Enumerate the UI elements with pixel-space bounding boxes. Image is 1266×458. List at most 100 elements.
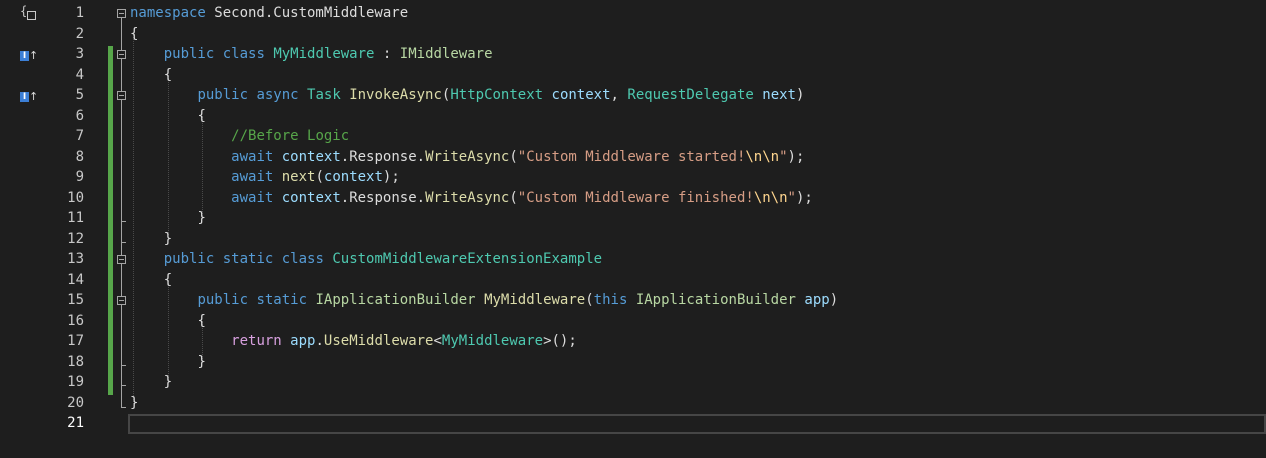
parameter: next — [762, 87, 796, 103]
method-name: WriteAsync — [425, 189, 510, 206]
escape-sequence: \n\n — [753, 189, 788, 206]
keyword: static — [256, 292, 308, 308]
implements-member-icon[interactable]: I ↑ — [20, 90, 42, 104]
brace: { — [197, 107, 206, 124]
punctuation: ( — [315, 169, 324, 185]
code-line: public class MyMiddleware : IMiddleware — [130, 44, 1266, 65]
fold-end-marker — [121, 385, 126, 386]
string-literal: " — [787, 189, 796, 206]
punctuation: . — [315, 333, 324, 349]
class-name: CustomMiddlewareExtensionExample — [332, 251, 603, 267]
line-number: 20 — [67, 394, 84, 411]
class-name: MyMiddleware — [273, 46, 375, 62]
keyword: public — [197, 87, 249, 103]
punctuation: ( — [585, 292, 594, 308]
code-line: await next(context); — [130, 167, 1266, 188]
method-name: UseMiddleware — [323, 333, 434, 349]
interface-name: IApplicationBuilder — [315, 292, 476, 308]
fold-guide-line — [121, 59, 122, 242]
line-number: 10 — [67, 189, 84, 206]
line-number: 2 — [75, 25, 84, 42]
line-number: 5 — [75, 87, 84, 103]
code-line: { — [130, 311, 1266, 332]
code-editor[interactable]: { I ↑ I ↑ 1 2 3 4 5 6 7 8 9 10 11 12 13 14… — [0, 0, 1266, 458]
code-line: public static IApplicationBuilder MyMidd… — [130, 290, 1266, 311]
line-number: 17 — [67, 333, 84, 349]
line-number: 15 — [67, 292, 84, 308]
parameter: context — [551, 87, 611, 103]
keyword: namespace — [130, 5, 206, 21]
type-name: RequestDelegate — [627, 87, 754, 103]
brace: { — [130, 25, 139, 42]
code-text-area[interactable]: namespace Second.CustomMiddleware { publ… — [130, 3, 1266, 434]
code-line: await context.Response.WriteAsync("Custo… — [130, 147, 1266, 168]
punctuation: : — [374, 46, 400, 62]
brace: } — [197, 353, 206, 370]
punctuation: , — [610, 87, 628, 103]
collapse-method-icon[interactable] — [117, 296, 126, 305]
line-number: 1 — [75, 5, 84, 21]
code-line: } — [130, 393, 1266, 414]
method-name: MyMiddleware — [484, 292, 586, 308]
brace: } — [130, 394, 139, 411]
collapse-namespace-icon[interactable] — [117, 9, 126, 18]
parameter: app — [290, 333, 316, 349]
code-line: namespace Second.CustomMiddleware — [130, 3, 1266, 24]
up-arrow-icon: ↑ — [29, 49, 39, 62]
brace: } — [197, 210, 206, 226]
line-number: 9 — [75, 169, 84, 185]
code-line: } — [130, 372, 1266, 393]
line-numbers: 1 2 3 4 5 6 7 8 9 10 11 12 13 14 15 16 1… — [40, 3, 84, 434]
method-name: InvokeAsync — [349, 87, 442, 103]
punctuation: < — [433, 333, 442, 349]
line-number: 14 — [67, 271, 84, 288]
line-number: 6 — [75, 107, 84, 124]
keyword: class — [222, 46, 265, 62]
implementation-glyph: I — [20, 51, 29, 61]
punctuation: ( — [509, 189, 518, 206]
keyword: public — [197, 292, 249, 308]
fold-end-marker — [121, 221, 126, 222]
line-number-current: 21 — [67, 415, 84, 431]
parameter: app — [804, 292, 830, 308]
fold-end-marker — [121, 365, 126, 366]
code-line: { — [130, 270, 1266, 291]
code-line: } — [130, 229, 1266, 250]
keyword: this — [593, 292, 628, 308]
escape-sequence: \n\n — [745, 148, 780, 165]
punctuation: ) — [829, 292, 839, 308]
collapse-method-icon[interactable] — [117, 91, 126, 100]
scope-icon[interactable]: { — [20, 4, 40, 24]
keyword: await — [231, 169, 274, 185]
brace: { — [163, 271, 173, 288]
line-number: 19 — [67, 374, 84, 390]
line-number: 8 — [75, 148, 84, 165]
code-line: { — [130, 65, 1266, 86]
code-line: //Before Logic — [130, 126, 1266, 147]
line-number: 3 — [75, 46, 84, 62]
string-literal: " — [779, 148, 788, 165]
line-number: 16 — [67, 312, 84, 329]
collapse-class-icon[interactable] — [117, 255, 126, 264]
line-number: 4 — [75, 66, 84, 83]
member-access: .Response. — [340, 148, 426, 165]
punctuation: ); — [382, 169, 400, 185]
interface-name: IMiddleware — [399, 46, 493, 62]
keyword: await — [231, 148, 274, 165]
change-indicator-bar — [108, 46, 113, 395]
control-keyword: return — [231, 333, 282, 349]
implements-interface-icon[interactable]: I ↑ — [20, 49, 42, 63]
comment: //Before Logic — [231, 128, 350, 144]
type-name: Task — [307, 87, 341, 103]
fold-end-marker — [121, 242, 126, 243]
brace: { — [163, 66, 173, 83]
brace: { — [197, 312, 206, 329]
line-number: 13 — [67, 251, 84, 267]
collapse-class-icon[interactable] — [117, 50, 126, 59]
string-literal: "Custom Middleware started! — [517, 148, 746, 165]
namespace-name: Second.CustomMiddleware — [205, 5, 409, 21]
parameter: context — [281, 148, 341, 165]
member-access: .Response. — [340, 189, 426, 206]
punctuation: ); — [795, 189, 813, 206]
class-name: MyMiddleware — [441, 333, 544, 349]
